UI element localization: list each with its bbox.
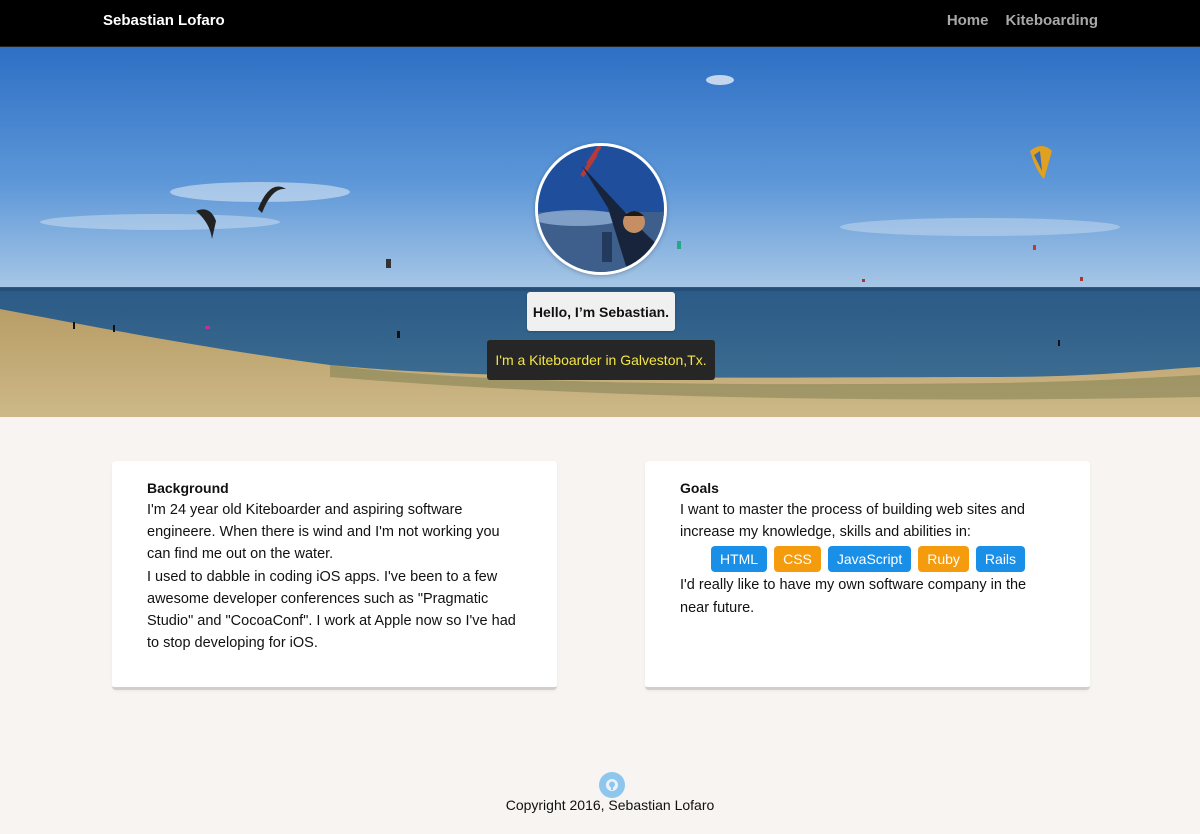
- brand-link[interactable]: Sebastian Lofaro: [103, 12, 225, 29]
- nav-link-home[interactable]: Home: [947, 12, 989, 29]
- background-paragraph-1: I'm 24 year old Kiteboarder and aspiring…: [147, 502, 500, 563]
- skill-badge-css: CSS: [774, 546, 821, 573]
- goals-intro: I want to master the process of building…: [680, 502, 1025, 541]
- background-paragraph-2: I used to dabble in coding iOS apps. I'v…: [147, 568, 516, 652]
- greeting-label: Hello, I’m Sebastian.: [527, 292, 675, 331]
- nav-link-kiteboarding[interactable]: Kiteboarding: [1006, 12, 1099, 29]
- github-icon-glyph: [606, 779, 618, 791]
- goals-outro: I'd really like to have my own software …: [680, 577, 1027, 616]
- copyright-text: Copyright 2016, Sebastian Lofaro: [505, 797, 715, 813]
- goals-title: Goals: [680, 480, 719, 496]
- skill-badge-rails: Rails: [975, 546, 1026, 573]
- nav-links: Home Kiteboarding: [947, 12, 1098, 29]
- top-navbar: Sebastian Lofaro Home Kiteboarding: [0, 0, 1200, 47]
- skill-badge-html: HTML: [710, 546, 768, 573]
- goals-card: Goals I want to master the process of bu…: [645, 461, 1090, 690]
- github-icon[interactable]: [599, 772, 625, 798]
- avatar-photo: [538, 146, 664, 272]
- profile-avatar: [535, 143, 667, 275]
- background-title: Background: [147, 480, 229, 496]
- background-card: Background I'm 24 year old Kiteboarder a…: [112, 461, 557, 690]
- skill-badge-javascript: JavaScript: [827, 546, 912, 573]
- skills-list: HTML CSS JavaScript Ruby Rails: [680, 546, 1056, 573]
- tagline-label: I'm a Kiteboarder in Galveston,Tx.: [487, 340, 715, 380]
- skill-badge-ruby: Ruby: [918, 546, 969, 573]
- hero-banner: Hello, I’m Sebastian. I'm a Kiteboarder …: [0, 47, 1200, 417]
